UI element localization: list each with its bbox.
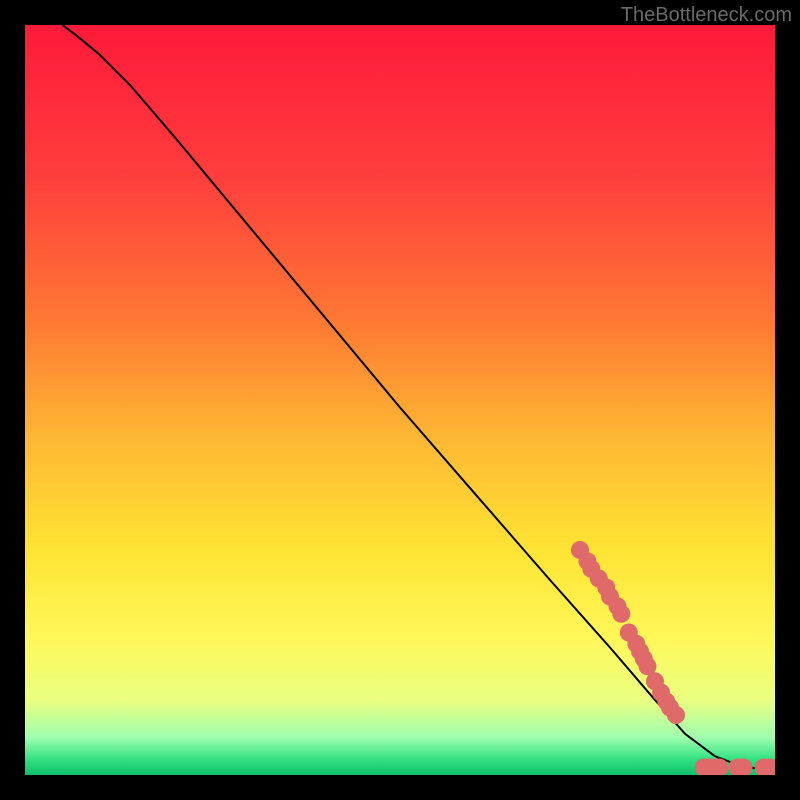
data-point (667, 706, 685, 724)
data-point (612, 605, 630, 623)
gradient-background (25, 25, 775, 775)
chart-svg (25, 25, 775, 775)
chart-frame: TheBottleneck.com (0, 0, 800, 800)
plot-area (25, 25, 775, 775)
attribution-text: TheBottleneck.com (621, 4, 792, 27)
